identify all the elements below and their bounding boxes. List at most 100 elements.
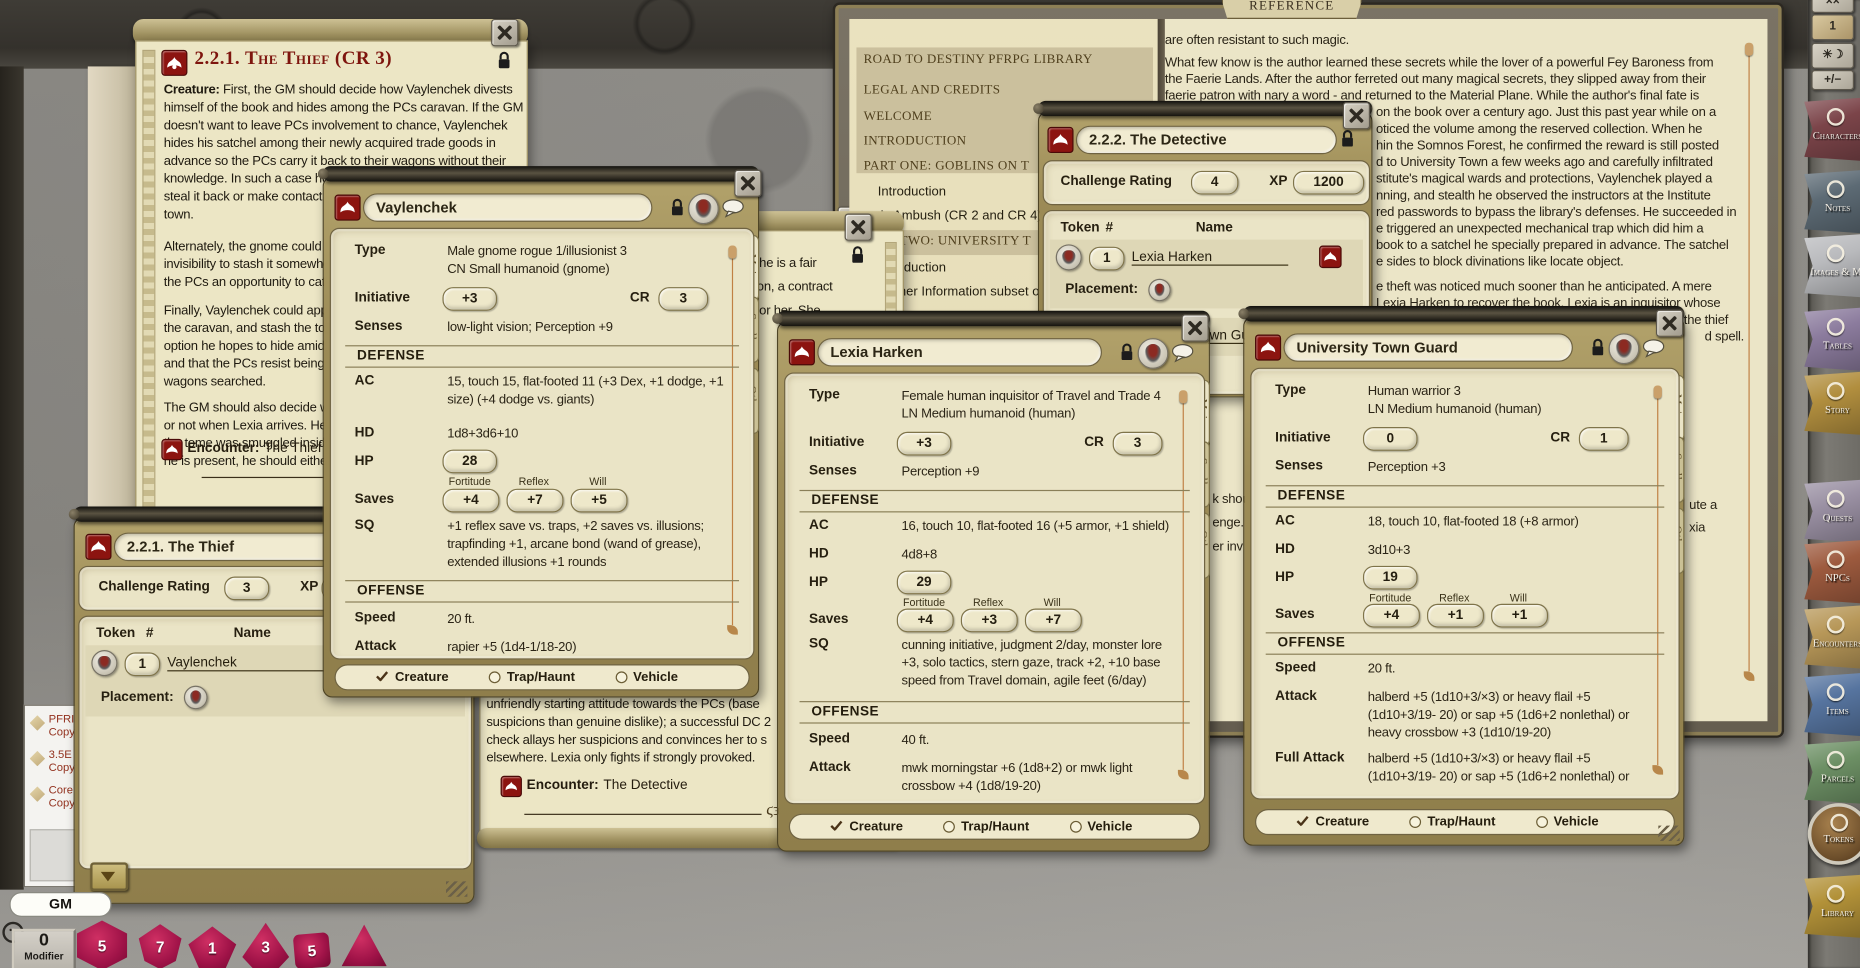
save-fortitude[interactable]: +4 — [897, 609, 954, 633]
envelope-button[interactable] — [90, 862, 128, 890]
encounter-title-field[interactable]: 2.2.2. The Detective — [1076, 126, 1337, 154]
scroll-pin[interactable] — [732, 257, 733, 625]
module-gem-icon[interactable] — [30, 751, 45, 766]
resize-grip[interactable] — [446, 881, 467, 896]
close-icon[interactable] — [845, 214, 872, 241]
module-gem-icon[interactable] — [30, 715, 45, 730]
save-reflex[interactable]: +1 — [1427, 604, 1484, 628]
radio-creature[interactable]: Creature — [1297, 815, 1370, 829]
radio-vehicle[interactable]: Vehicle — [615, 670, 678, 684]
cr-value[interactable]: 3 — [1113, 432, 1163, 456]
portrait-icon[interactable] — [688, 193, 719, 224]
sidebar-item-images-maps[interactable]: Images & Maps — [1804, 234, 1860, 298]
module-name[interactable]: Core — [49, 784, 73, 797]
window-drag-bar[interactable] — [1243, 306, 1684, 321]
hp-value[interactable]: 28 — [442, 450, 497, 474]
npc-name-field[interactable]: University Town Guard — [1283, 333, 1572, 361]
challenge-rating-value[interactable]: 4 — [1191, 171, 1238, 195]
scroll-pin[interactable] — [1657, 397, 1658, 765]
sidebar-item-parcels[interactable]: Parcels — [1804, 740, 1860, 804]
initiative-value[interactable]: 0 — [1363, 427, 1418, 451]
encounter-name[interactable]: The Thief — [264, 441, 321, 455]
radio-creature[interactable]: Creature — [830, 820, 903, 834]
npc-name-link[interactable]: Lexia Harken — [1132, 250, 1289, 265]
sidebar-item-encounters[interactable]: Encounters — [1804, 605, 1860, 669]
portrait-icon[interactable] — [1609, 333, 1640, 364]
die-d6[interactable]: 5 — [293, 932, 331, 968]
sidebar-item-tokens[interactable]: Tokens — [1808, 803, 1860, 865]
sidebar-item-story[interactable]: Story — [1804, 371, 1860, 435]
cr-value[interactable]: 1 — [1579, 427, 1629, 451]
nav-item-legal[interactable]: LEGAL AND CREDITS — [864, 83, 1001, 97]
save-fortitude[interactable]: +4 — [442, 489, 499, 513]
nav-item-part-one[interactable]: PART ONE: GOBLINS ON T — [864, 159, 1030, 173]
radio-trap-haunt[interactable]: Trap/Haunt — [943, 820, 1029, 834]
sidebar-item-items[interactable]: Items — [1804, 673, 1860, 737]
module-name[interactable]: PFRI — [49, 713, 75, 726]
initiative-value[interactable]: +3 — [442, 287, 497, 311]
chat-bubble-icon[interactable] — [1642, 338, 1666, 358]
lock-icon[interactable] — [1590, 337, 1607, 357]
dice-clear-button[interactable]: ×× — [1811, 0, 1854, 13]
resize-grip[interactable] — [1658, 826, 1679, 841]
nav-item-gather-info[interactable]: Gather Information subset of D — [878, 285, 1056, 299]
sidebar-item-tables[interactable]: Tables — [1804, 307, 1860, 371]
radio-trap-haunt[interactable]: Trap/Haunt — [489, 670, 575, 684]
module-gem-icon[interactable] — [30, 786, 45, 801]
challenge-rating-value[interactable]: 3 — [224, 577, 269, 601]
lock-icon[interactable] — [849, 244, 866, 264]
hp-value[interactable]: 19 — [1363, 566, 1418, 590]
window-drag-bar[interactable] — [777, 311, 1210, 326]
npc-count[interactable]: 1 — [1089, 247, 1125, 271]
scroll-pin[interactable] — [1748, 55, 1749, 672]
save-reflex[interactable]: +3 — [961, 609, 1018, 633]
plus-minus-button[interactable]: +/− — [1811, 70, 1854, 90]
token-icon[interactable] — [1056, 244, 1082, 270]
close-icon[interactable] — [1343, 102, 1370, 129]
lock-icon[interactable] — [496, 50, 513, 70]
encounter-name[interactable]: The Detective — [603, 778, 687, 792]
dragon-icon[interactable] — [161, 439, 182, 460]
window-drag-bar[interactable] — [1038, 101, 1373, 116]
close-icon[interactable] — [491, 19, 518, 46]
save-will[interactable]: +1 — [1491, 604, 1548, 628]
lock-icon[interactable] — [1339, 128, 1356, 148]
encounter-link[interactable]: Encounter:The Thief — [187, 441, 321, 455]
window-drag-bar[interactable] — [323, 166, 760, 181]
save-will[interactable]: +7 — [1025, 609, 1082, 633]
encounter-link[interactable]: Encounter:The Detective — [527, 778, 688, 792]
hp-value[interactable]: 29 — [897, 571, 952, 595]
radio-trap-haunt[interactable]: Trap/Haunt — [1410, 815, 1496, 829]
cr-value[interactable]: 3 — [658, 287, 708, 311]
close-icon[interactable] — [1656, 310, 1683, 337]
save-reflex[interactable]: +7 — [507, 489, 564, 513]
npc-count[interactable]: 1 — [125, 652, 161, 676]
chat-bubble-icon[interactable] — [1171, 343, 1195, 363]
dragon-icon[interactable] — [501, 776, 522, 797]
dragon-link-icon[interactable] — [1319, 246, 1342, 269]
nav-item-introduction[interactable]: INTRODUCTION — [864, 134, 967, 148]
radio-creature[interactable]: Creature — [376, 670, 449, 684]
placement-token-icon[interactable] — [184, 686, 208, 710]
chat-bubble-icon[interactable] — [721, 198, 745, 218]
module-name[interactable]: 3.5E — [49, 749, 72, 762]
nav-item-welcome[interactable]: WELCOME — [864, 109, 932, 123]
scroll-pin[interactable] — [1183, 402, 1184, 770]
placement-token-icon[interactable] — [1148, 279, 1171, 302]
nav-item-library-title[interactable]: ROAD TO DESTINY PFRPG LIBRARY — [864, 52, 1093, 66]
npc-name-field[interactable]: Vaylenchek — [363, 193, 652, 221]
npc-name-link[interactable]: Vaylenchek — [167, 656, 333, 671]
sidebar-item-library[interactable]: Library — [1804, 874, 1860, 938]
nav-item-intro-1[interactable]: Introduction — [878, 185, 946, 199]
sidebar-item-characters[interactable]: Characters — [1804, 97, 1860, 161]
sidebar-item-notes[interactable]: Notes — [1804, 170, 1860, 234]
close-icon[interactable] — [734, 170, 761, 197]
sidebar-item-quests[interactable]: Quests — [1804, 479, 1860, 543]
book-button[interactable]: 1 — [1811, 14, 1854, 40]
radio-vehicle[interactable]: Vehicle — [1070, 820, 1133, 834]
save-will[interactable]: +5 — [571, 489, 628, 513]
portrait-icon[interactable] — [1138, 338, 1169, 369]
modifier-box[interactable]: 0 Modifier — [12, 929, 76, 968]
npc-name-field[interactable]: Lexia Harken — [817, 338, 1102, 366]
token-icon[interactable] — [91, 650, 117, 676]
